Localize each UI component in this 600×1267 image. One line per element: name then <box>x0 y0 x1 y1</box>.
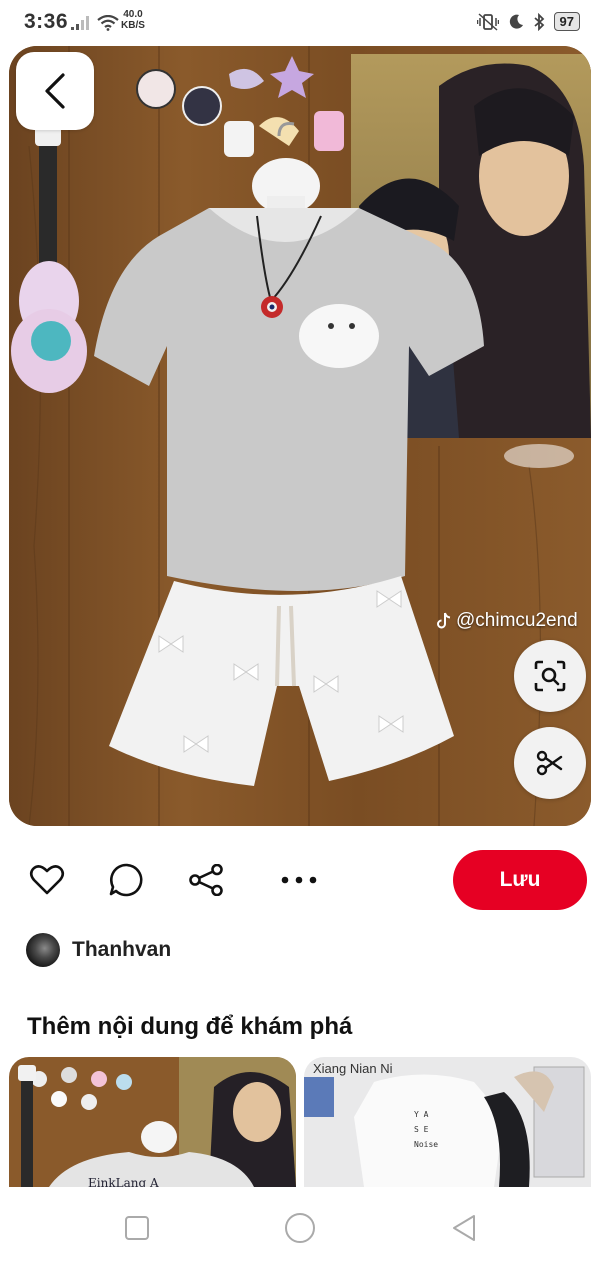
author-name[interactable]: Thanhvan <box>72 938 171 962</box>
chevron-left-icon <box>45 73 65 109</box>
related-pin-2-caption: Xiang Nian Ni <box>313 1061 393 1076</box>
tiktok-icon <box>437 612 451 629</box>
recents-square-icon[interactable] <box>124 1215 150 1241</box>
related-pin-2[interactable]: Y A S E Noise <box>304 1057 591 1187</box>
clock: 3:36 <box>24 10 69 33</box>
wifi-icon <box>97 15 119 31</box>
scissors-icon <box>536 750 563 776</box>
vibrate-icon <box>476 12 499 31</box>
more-options-button[interactable] <box>279 862 319 898</box>
system-nav-bar <box>0 1187 600 1267</box>
lens-scan-icon <box>534 660 566 692</box>
like-button[interactable] <box>27 862 67 898</box>
cut-out-button[interactable] <box>514 727 586 799</box>
action-row: Lưu <box>0 848 600 912</box>
share-button[interactable] <box>186 862 226 898</box>
related-pin-image <box>9 1057 296 1187</box>
svg-text:S E: S E <box>414 1125 429 1134</box>
avatar[interactable] <box>26 933 60 967</box>
back-button[interactable] <box>16 52 94 130</box>
back-triangle-icon[interactable] <box>450 1213 478 1243</box>
battery-indicator: 97 <box>553 12 580 31</box>
home-circle-icon[interactable] <box>284 1212 316 1244</box>
visual-search-button[interactable] <box>514 640 586 712</box>
outfit-photo <box>9 46 591 826</box>
heart-icon <box>29 865 65 895</box>
svg-text:Noise: Noise <box>414 1140 438 1149</box>
svg-text:Y A: Y A <box>414 1110 429 1119</box>
more-dots-icon <box>281 876 317 884</box>
speech-bubble-icon <box>109 863 143 897</box>
signal-icon <box>71 16 89 30</box>
related-pin-1[interactable] <box>9 1057 296 1187</box>
bluetooth-icon <box>533 12 544 31</box>
status-bar: 3:36 40.0 KB/S 97 <box>0 0 600 44</box>
related-pin-image: Y A S E Noise <box>304 1057 591 1187</box>
share-icon <box>189 864 223 896</box>
tiktok-watermark: @chimcu2end <box>436 610 578 632</box>
pin-image[interactable] <box>9 46 591 826</box>
author-row[interactable]: Thanhvan <box>26 930 171 970</box>
moon-icon <box>509 14 523 29</box>
network-speed: 40.0 KB/S <box>121 9 145 31</box>
more-ideas-title: Thêm nội dung để khám phá <box>27 1013 353 1040</box>
save-button[interactable]: Lưu <box>453 850 587 910</box>
comment-button[interactable] <box>106 862 146 898</box>
